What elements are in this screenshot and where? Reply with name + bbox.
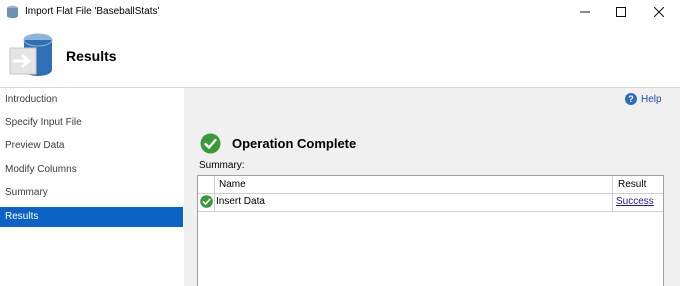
maximize-icon xyxy=(616,7,626,17)
operation-status: Operation Complete xyxy=(200,132,356,154)
title-bar: Import Flat File 'BaseballStats' xyxy=(0,0,680,24)
window-title: Import Flat File 'BaseballStats' xyxy=(25,6,160,17)
close-button[interactable] xyxy=(642,0,676,24)
results-table: Name Result Insert Data Success xyxy=(197,175,664,286)
status-text: Operation Complete xyxy=(232,135,357,151)
table-header: Name Result xyxy=(198,176,663,194)
table-row: Insert Data Success xyxy=(198,193,663,212)
minimize-icon xyxy=(580,11,590,13)
help-link[interactable]: ? Help xyxy=(625,92,662,106)
nav-item-preview-data[interactable]: Preview Data xyxy=(0,136,183,156)
minimize-button[interactable] xyxy=(568,0,602,24)
nav-item-introduction[interactable]: Introduction xyxy=(0,90,183,110)
nav-item-results[interactable]: Results xyxy=(0,207,183,227)
nav-item-specify-input-file[interactable]: Specify Input File xyxy=(0,113,183,133)
summary-label: Summary: xyxy=(199,160,245,171)
row-name: Insert Data xyxy=(216,196,265,207)
results-panel: ? Help Operation Complete Summary: Name … xyxy=(184,88,680,286)
help-label: Help xyxy=(641,93,662,105)
page-title: Results xyxy=(66,48,117,64)
app-icon xyxy=(7,5,18,19)
check-icon xyxy=(200,133,221,153)
page-header: Results xyxy=(0,24,680,88)
check-icon xyxy=(200,195,213,208)
maximize-button[interactable] xyxy=(604,0,638,24)
result-link-success[interactable]: Success xyxy=(616,193,654,210)
database-import-icon xyxy=(9,33,53,76)
wizard-nav: Introduction Specify Input File Preview … xyxy=(0,88,183,286)
nav-item-summary[interactable]: Summary xyxy=(0,183,183,203)
help-icon: ? xyxy=(625,93,637,105)
nav-item-modify-columns[interactable]: Modify Columns xyxy=(0,160,183,180)
column-header-result: Result xyxy=(618,179,647,190)
column-header-name: Name xyxy=(219,179,246,190)
close-icon xyxy=(654,7,664,17)
